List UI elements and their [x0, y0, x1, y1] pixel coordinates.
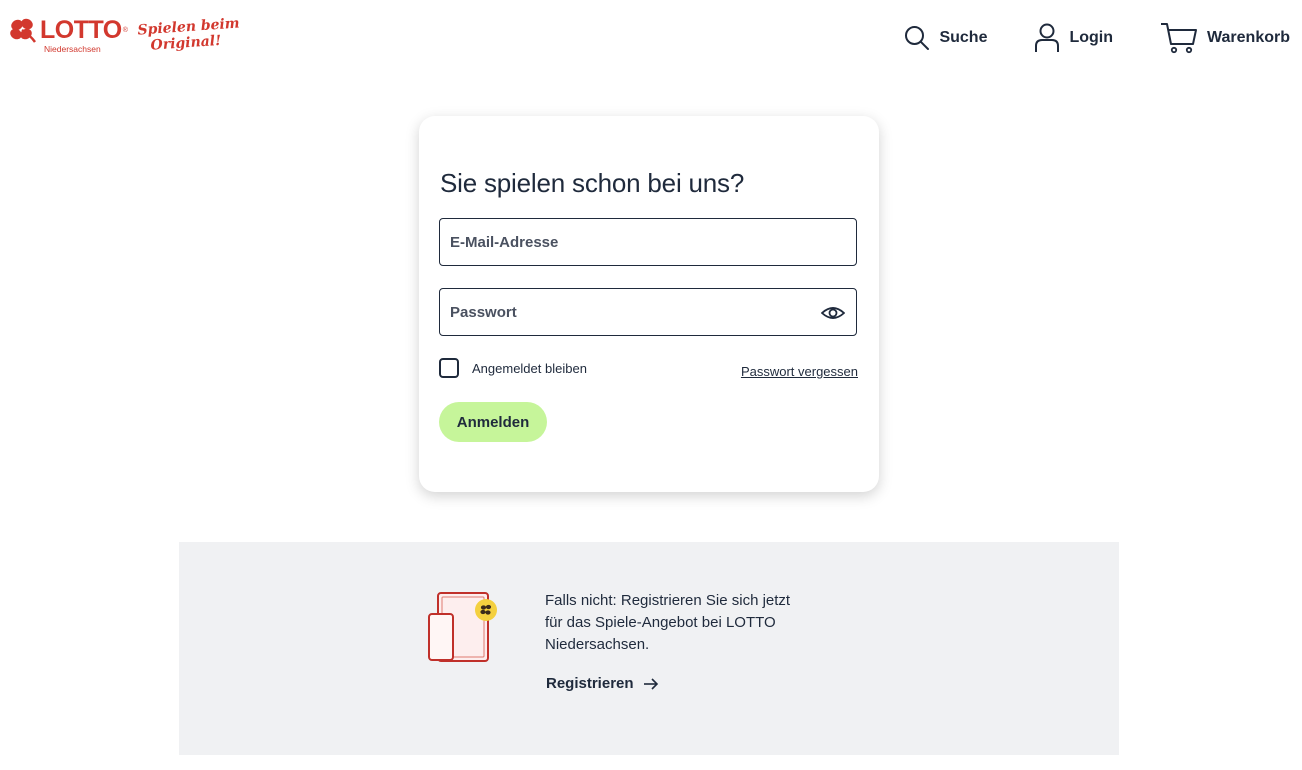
remember-label: Angemeldet bleiben	[472, 360, 587, 376]
logo-row: LOTTO ®	[8, 17, 128, 43]
registered-mark: ®	[122, 26, 128, 34]
email-field-wrapper	[439, 218, 857, 266]
lotto-logo[interactable]: LOTTO ® Niedersachsen Spielen beim Origi…	[8, 15, 241, 54]
header-nav: Suche Login Warenkorb	[904, 22, 1290, 54]
logo-mark: LOTTO ® Niedersachsen	[8, 17, 128, 54]
logo-region: Niedersachsen	[44, 44, 101, 54]
devices-illustration	[428, 592, 497, 662]
site-header: LOTTO ® Niedersachsen Spielen beim Origi…	[0, 0, 1302, 78]
cart-icon	[1161, 23, 1198, 54]
logo-slogan: Spielen beim Original!	[137, 15, 241, 54]
password-input[interactable]	[440, 289, 810, 335]
remember-me[interactable]: Angemeldet bleiben	[439, 358, 587, 378]
register-link[interactable]: Registrieren	[546, 675, 659, 692]
login-card: Sie spielen schon bei uns? Angemeldet bl…	[419, 116, 879, 492]
arrow-right-icon	[643, 677, 658, 690]
nav-search-button[interactable]: Suche	[904, 25, 987, 51]
nav-login-button[interactable]: Login	[1034, 23, 1113, 53]
email-input[interactable]	[440, 219, 810, 265]
clover-icon	[10, 18, 37, 43]
register-link-label: Registrieren	[546, 675, 634, 692]
nav-cart-label: Warenkorb	[1207, 29, 1290, 46]
search-icon	[905, 26, 930, 50]
register-text: Falls nicht: Registrieren Sie sich jetzt…	[545, 592, 791, 653]
register-section: Falls nicht: Registrieren Sie sich jetzt…	[179, 542, 1119, 755]
eye-icon[interactable]	[821, 301, 845, 325]
nav-cart-button[interactable]: Warenkorb	[1160, 22, 1290, 54]
login-title: Sie spielen schon bei uns?	[440, 168, 745, 198]
remember-checkbox[interactable]	[439, 358, 459, 378]
user-icon	[1035, 23, 1060, 52]
password-field-wrapper	[439, 288, 857, 336]
nav-login-label: Login	[1069, 29, 1114, 46]
login-submit-button[interactable]: Anmelden	[439, 402, 547, 442]
logo-wordmark: LOTTO	[40, 16, 122, 44]
nav-search-label: Suche	[939, 29, 988, 46]
forgot-password-link[interactable]: Passwort vergessen	[741, 364, 858, 379]
